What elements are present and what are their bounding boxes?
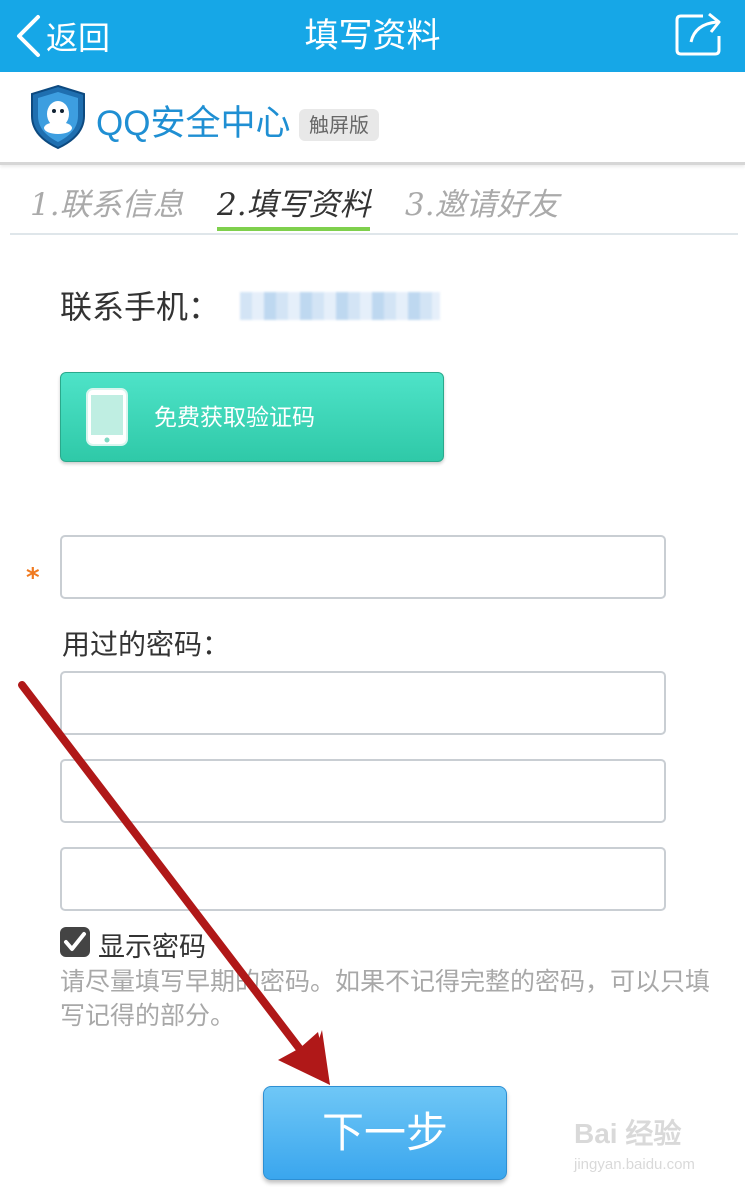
baidu-jingyan-watermark: Bai 经验 jingyan.baidu.com — [574, 1112, 734, 1173]
show-password-label: 显示密码 — [98, 932, 206, 963]
used-password-input-2[interactable] — [60, 759, 666, 823]
show-password-checkbox[interactable] — [60, 927, 90, 957]
masked-phone-number — [240, 292, 440, 320]
share-button[interactable] — [673, 8, 727, 58]
get-verification-code-button[interactable]: 免费获取验证码 — [60, 372, 444, 462]
step-3-invite-friends: 3.邀请好友 — [405, 187, 559, 223]
used-password-label: 用过的密码： — [62, 628, 231, 661]
step-1-contact-info: 1.联系信息 — [30, 187, 184, 223]
qq-shield-icon — [31, 84, 85, 150]
watermark-logo-text: Bai 经验 — [574, 1118, 682, 1149]
contact-phone-label: 联系手机： — [60, 288, 221, 326]
used-password-input-3[interactable] — [60, 847, 666, 911]
required-mark: * — [26, 563, 40, 593]
touch-version-badge: 触屏版 — [299, 109, 379, 141]
top-navigation-bar: 返回 填写资料 — [0, 0, 745, 72]
checkbox-checked-icon — [64, 932, 86, 951]
step-indicator: 1.联系信息 2.填写资料 3.邀请好友 — [10, 165, 738, 235]
brand-name: QQ安全中心 — [96, 104, 291, 143]
page-title: 填写资料 — [304, 16, 441, 56]
share-icon — [675, 12, 721, 56]
step-2-fill-info: 2.填写资料 — [217, 187, 371, 223]
used-password-input-1[interactable] — [60, 671, 666, 735]
watermark-url: jingyan.baidu.com — [574, 1156, 695, 1173]
get-verification-code-label: 免费获取验证码 — [154, 405, 315, 431]
active-step-underline — [217, 227, 370, 231]
password-hint-text: 请尽量填写早期的密码。如果不记得完整的密码，可以只填写记得的部分。 — [60, 967, 711, 1030]
phone-icon — [86, 388, 128, 446]
verification-code-input[interactable] — [60, 535, 666, 599]
brand-bar: QQ安全中心 触屏版 — [0, 72, 745, 165]
next-step-button[interactable]: 下一步 — [263, 1086, 507, 1180]
